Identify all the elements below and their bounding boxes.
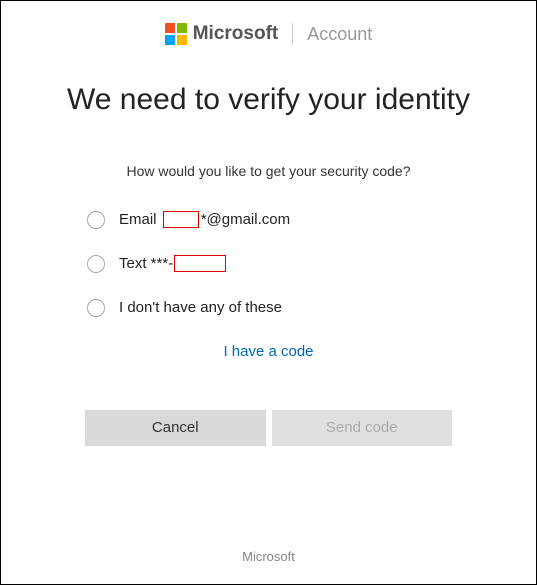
header: Microsoft Account — [1, 1, 536, 45]
header-divider — [292, 23, 293, 45]
prompt-text: How would you like to get your security … — [1, 163, 536, 179]
have-code-link-container: I have a code — [1, 343, 536, 360]
footer-text: Microsoft — [1, 549, 536, 564]
verification-options: Email *@gmail.com Text ***- I don't have… — [1, 211, 536, 317]
microsoft-logo: Microsoft — [165, 23, 279, 45]
option-none-label: I don't have any of these — [119, 299, 282, 316]
cancel-button[interactable]: Cancel — [85, 410, 266, 446]
microsoft-logo-icon — [165, 23, 187, 45]
option-email[interactable]: Email *@gmail.com — [87, 211, 536, 229]
radio-text[interactable] — [87, 255, 105, 273]
brand-text: Microsoft — [193, 23, 279, 45]
button-row: Cancel Send code — [1, 410, 536, 446]
section-text: Account — [307, 24, 372, 45]
option-none[interactable]: I don't have any of these — [87, 299, 536, 317]
option-text[interactable]: Text ***- — [87, 255, 536, 273]
option-text-label: Text ***- — [119, 255, 226, 272]
radio-email[interactable] — [87, 211, 105, 229]
page-title: We need to verify your identity — [1, 81, 536, 119]
radio-none[interactable] — [87, 299, 105, 317]
email-masked-box — [163, 211, 199, 228]
phone-masked-box — [174, 255, 226, 272]
option-email-label: Email *@gmail.com — [119, 211, 290, 228]
send-code-button[interactable]: Send code — [272, 410, 453, 446]
have-code-link[interactable]: I have a code — [223, 343, 313, 360]
